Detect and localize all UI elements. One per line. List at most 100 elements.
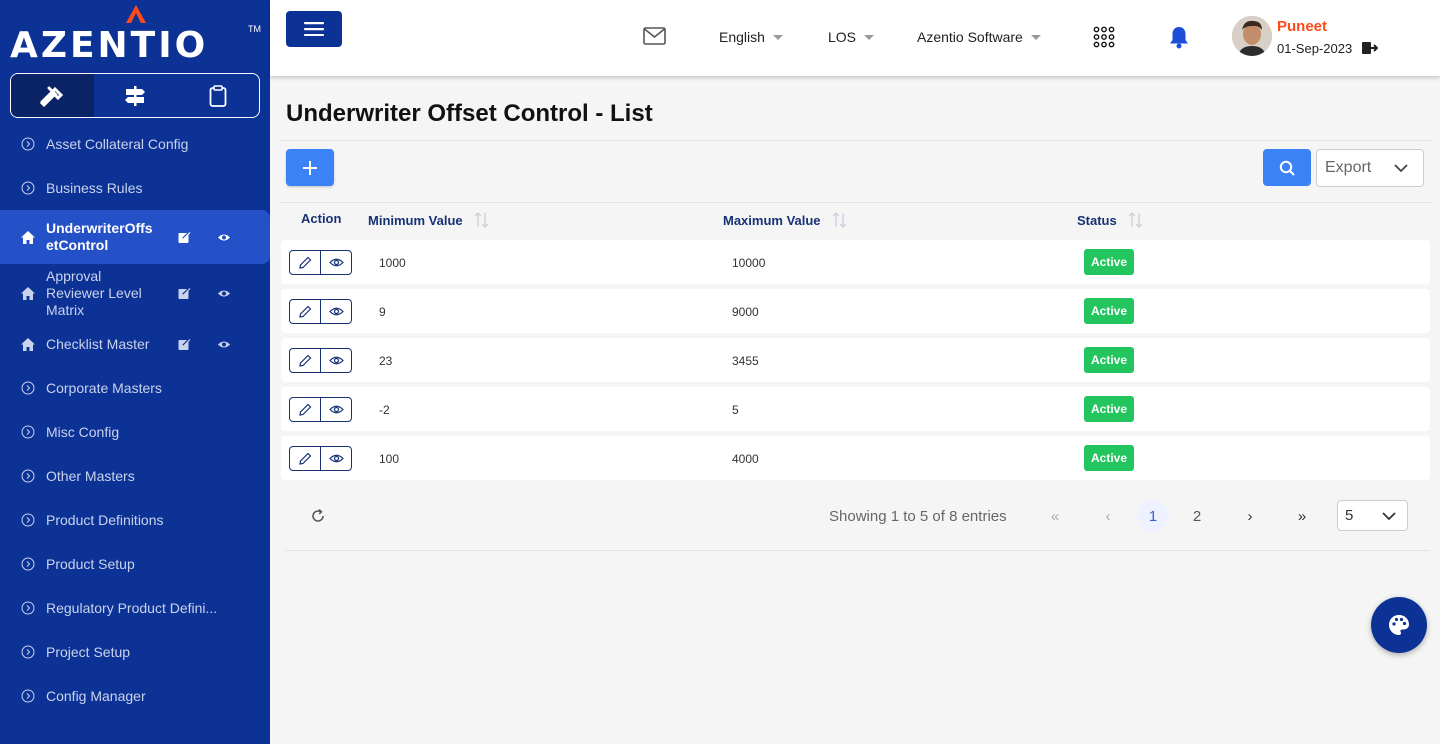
- next-page-button[interactable]: ›: [1234, 500, 1266, 532]
- status-badge: Active: [1084, 396, 1135, 422]
- prev-page-button[interactable]: ‹: [1092, 500, 1124, 532]
- add-button[interactable]: [286, 149, 334, 186]
- minimum-value-cell: 100: [379, 452, 400, 466]
- logout-button[interactable]: [1362, 41, 1379, 60]
- sidebar-item-product-definitions[interactable]: Product Definitions: [0, 498, 270, 542]
- home-icon: [20, 336, 36, 352]
- caret-down-icon: [772, 34, 783, 40]
- sidebar-item-misc-config[interactable]: Misc Config: [0, 410, 270, 454]
- table-row: -2 5 Active: [281, 387, 1430, 431]
- minimum-value-cell: 9: [379, 305, 386, 319]
- minimum-value-cell: 23: [379, 354, 393, 368]
- page-1-button[interactable]: 1: [1137, 500, 1169, 532]
- edit-row-button[interactable]: [290, 300, 320, 323]
- chevron-circle-icon: [20, 180, 36, 196]
- last-page-button[interactable]: »: [1286, 500, 1318, 532]
- chevron-circle-icon: [20, 644, 36, 660]
- row-actions: [289, 397, 352, 422]
- sort-icon[interactable]: [473, 211, 491, 229]
- language-dropdown[interactable]: English: [719, 29, 783, 45]
- language-value: English: [719, 29, 765, 45]
- sidebar-item-asset-collateral-config[interactable]: Asset Collateral Config: [0, 122, 270, 166]
- search-button[interactable]: [1263, 149, 1311, 186]
- mail-button[interactable]: [643, 27, 666, 50]
- chevron-circle-icon: [20, 512, 36, 528]
- chevron-circle-icon: [20, 424, 36, 440]
- notifications-button[interactable]: [1168, 25, 1190, 54]
- clipboard-mode-button[interactable]: [176, 74, 259, 117]
- eye-icon[interactable]: [217, 339, 231, 349]
- page-size-select[interactable]: 5: [1337, 500, 1408, 531]
- logo-tm: TM: [248, 24, 261, 34]
- azentio-logo[interactable]: AZENTIO TM: [10, 4, 261, 66]
- sidebar-item-checklist-master[interactable]: Checklist Master: [0, 322, 270, 366]
- view-row-button[interactable]: [320, 251, 351, 274]
- export-dropdown[interactable]: Export: [1316, 149, 1424, 187]
- edit-row-button[interactable]: [290, 447, 320, 470]
- table-row: 100 4000 Active: [281, 436, 1430, 480]
- edit-icon[interactable]: [178, 287, 191, 300]
- row-actions: [289, 250, 352, 275]
- sidebar-item-underwriter-offset-control[interactable]: UnderwriterOffsetControl: [0, 210, 270, 264]
- sort-icon[interactable]: [1127, 211, 1145, 229]
- eye-icon[interactable]: [217, 288, 231, 298]
- apps-button[interactable]: [1093, 26, 1115, 53]
- sidebar-item-product-setup[interactable]: Product Setup: [0, 542, 270, 586]
- tools-icon: [40, 86, 64, 107]
- signpost-mode-button[interactable]: [94, 74, 177, 117]
- divider: [285, 550, 1430, 551]
- mail-icon: [643, 27, 666, 45]
- avatar[interactable]: [1232, 16, 1272, 56]
- sidebar-item-label: Config Manager: [46, 687, 146, 704]
- module-dropdown[interactable]: LOS: [828, 29, 875, 45]
- refresh-button[interactable]: [310, 508, 326, 529]
- column-header-status[interactable]: Status: [1077, 211, 1145, 229]
- chevron-down-icon: [1394, 164, 1408, 173]
- view-row-button[interactable]: [320, 447, 351, 470]
- edit-icon[interactable]: [178, 338, 191, 351]
- sidebar-item-approval-reviewer-level-matrix[interactable]: Approval Reviewer Level Matrix: [0, 264, 270, 322]
- eye-icon: [328, 307, 344, 316]
- page-2-button[interactable]: 2: [1181, 500, 1213, 532]
- eye-icon[interactable]: [217, 232, 231, 242]
- edit-icon[interactable]: [178, 231, 191, 244]
- edit-row-button[interactable]: [290, 251, 320, 274]
- view-row-button[interactable]: [320, 398, 351, 421]
- view-row-button[interactable]: [320, 349, 351, 372]
- menu-toggle-button[interactable]: [286, 11, 342, 47]
- tools-mode-button[interactable]: [11, 74, 94, 117]
- edit-row-button[interactable]: [290, 349, 320, 372]
- sidebar-item-other-masters[interactable]: Other Masters: [0, 454, 270, 498]
- row-actions: [289, 348, 352, 373]
- home-icon: [20, 229, 36, 245]
- eye-icon: [328, 356, 344, 365]
- first-page-button[interactable]: «: [1039, 500, 1071, 532]
- chevron-circle-icon: [20, 688, 36, 704]
- sidebar-item-business-rules[interactable]: Business Rules: [0, 166, 270, 210]
- eye-icon: [328, 405, 344, 414]
- status-badge: Active: [1084, 445, 1135, 471]
- pencil-icon: [299, 403, 312, 416]
- minimum-value-cell: 1000: [379, 256, 406, 270]
- column-header-maximum-value[interactable]: Maximum Value: [723, 211, 849, 229]
- maximum-value-cell: 5: [732, 403, 739, 417]
- company-dropdown[interactable]: Azentio Software: [917, 29, 1041, 45]
- sort-icon[interactable]: [831, 211, 849, 229]
- table-row: 9 9000 Active: [281, 289, 1430, 333]
- column-header-minimum-value[interactable]: Minimum Value: [368, 211, 491, 229]
- sidebar-item-project-setup[interactable]: Project Setup: [0, 630, 270, 674]
- sidebar-item-corporate-masters[interactable]: Corporate Masters: [0, 366, 270, 410]
- theme-palette-button[interactable]: [1371, 597, 1427, 653]
- sidebar-item-label: Corporate Masters: [46, 379, 162, 396]
- company-value: Azentio Software: [917, 29, 1023, 45]
- sidebar-item-regulatory-product-definitions[interactable]: Regulatory Product Defini...: [0, 586, 270, 630]
- sidebar-item-label: Product Definitions: [46, 511, 164, 528]
- row-actions: [289, 299, 352, 324]
- maximum-value-cell: 3455: [732, 354, 759, 368]
- view-row-button[interactable]: [320, 300, 351, 323]
- edit-row-button[interactable]: [290, 398, 320, 421]
- divider: [280, 202, 1432, 203]
- sidebar-item-config-manager[interactable]: Config Manager: [0, 674, 270, 718]
- user-name: Puneet: [1277, 18, 1328, 35]
- sidebar-item-label: Product Setup: [46, 555, 135, 572]
